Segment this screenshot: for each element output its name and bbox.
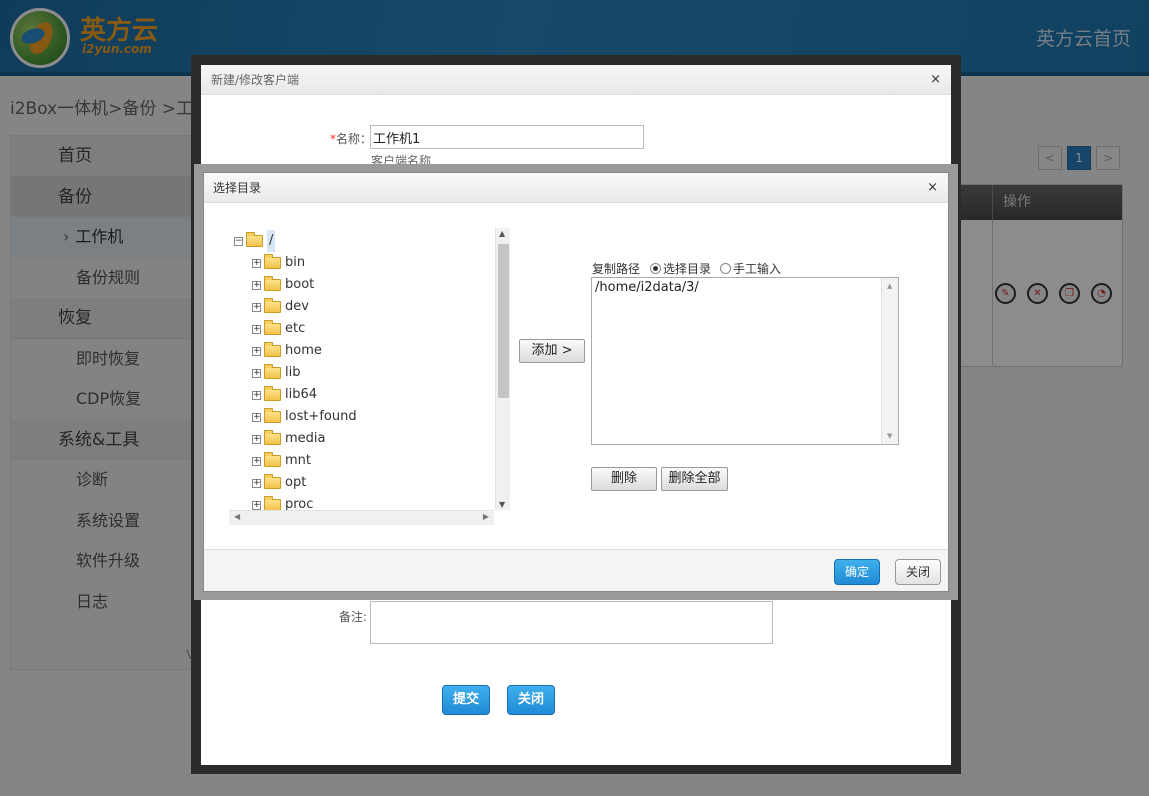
name-input[interactable] — [370, 125, 644, 149]
tree-node-label: media — [285, 431, 326, 446]
tree-node-label: lib — [285, 365, 301, 380]
expand-icon[interactable]: + — [252, 500, 261, 510]
client-close-button[interactable]: 关闭 — [507, 685, 555, 715]
select-dir-radio-label: 选择目录 — [663, 262, 712, 276]
selected-paths-textarea[interactable]: /home/i2data/3/ ▲ ▼ — [591, 277, 899, 445]
tree-node-bin[interactable]: + bin — [252, 252, 305, 274]
tree-node-mnt[interactable]: + mnt — [252, 450, 311, 472]
expand-icon[interactable]: + — [252, 368, 261, 378]
tree-node-label: lib64 — [285, 387, 318, 402]
collapse-icon[interactable]: − — [234, 236, 243, 246]
tree-node-media[interactable]: + media — [252, 428, 326, 450]
folder-icon — [264, 430, 281, 445]
tree-node-label: / — [267, 230, 276, 252]
tree-node-label: lost+found — [285, 409, 357, 424]
dir-dialog-title: 选择目录 — [204, 173, 948, 203]
tree-node-boot[interactable]: + boot — [252, 274, 314, 296]
tree-node-label: etc — [285, 321, 306, 336]
tree-node-lost-found[interactable]: + lost+found — [252, 406, 357, 428]
tree-node-opt[interactable]: + opt — [252, 472, 306, 494]
expand-icon[interactable]: + — [252, 456, 261, 466]
tree-vertical-scrollbar[interactable]: ▲ ▼ — [495, 228, 510, 510]
delete-all-button[interactable]: 删除全部 — [661, 467, 728, 491]
folder-icon — [264, 254, 281, 269]
copy-path-label: 复制路径 — [592, 262, 641, 276]
folder-icon — [264, 452, 281, 467]
client-dialog-close-icon[interactable]: × — [930, 72, 941, 87]
select-dir-radio[interactable] — [650, 263, 662, 274]
copy-path-options: 复制路径 选择目录 手工输入 — [592, 260, 781, 277]
folder-icon — [264, 298, 281, 313]
dir-dialog: 选择目录 × − / + bin + boot + dev + etc + home + l… — [203, 172, 949, 592]
scrollbar-thumb[interactable] — [498, 244, 509, 398]
add-button[interactable]: 添加 > — [519, 339, 585, 363]
ok-button[interactable]: 确定 — [834, 559, 880, 585]
tree-node-label: boot — [285, 277, 315, 292]
expand-icon[interactable]: + — [252, 346, 261, 356]
folder-icon — [264, 474, 281, 489]
tree-node-label: dev — [285, 299, 309, 314]
remark-label: 备注: — [339, 610, 368, 624]
dir-dialog-footer: 确定 关闭 — [204, 549, 948, 591]
tree-node-label: home — [285, 343, 322, 358]
paths-scrollbar[interactable]: ▲ ▼ — [881, 278, 898, 444]
client-dialog-title: 新建/修改客户端 — [201, 65, 951, 95]
tree-node-label: mnt — [285, 453, 311, 468]
selected-path: /home/i2data/3/ — [595, 280, 699, 295]
name-label-text: 名称： — [336, 132, 373, 146]
expand-icon[interactable]: + — [252, 280, 261, 290]
expand-icon[interactable]: + — [252, 258, 261, 268]
scroll-down-icon[interactable]: ▼ — [887, 432, 892, 440]
remark-textarea[interactable] — [370, 601, 773, 644]
tree-node-root[interactable]: − / — [234, 230, 276, 252]
scroll-right-icon[interactable]: ▶ — [483, 512, 489, 521]
folder-icon — [264, 320, 281, 335]
folder-icon — [264, 342, 281, 357]
folder-icon — [264, 386, 281, 401]
scroll-up-icon[interactable]: ▲ — [887, 282, 892, 290]
directory-tree: − / + bin + boot + dev + etc + home + lib + lib… — [229, 228, 494, 525]
folder-icon — [264, 276, 281, 291]
expand-icon[interactable]: + — [252, 434, 261, 444]
submit-button[interactable]: 提交 — [442, 685, 490, 715]
expand-icon[interactable]: + — [252, 412, 261, 422]
expand-icon[interactable]: + — [252, 478, 261, 488]
tree-node-dev[interactable]: + dev — [252, 296, 309, 318]
expand-icon[interactable]: + — [252, 390, 261, 400]
tree-node-etc[interactable]: + etc — [252, 318, 305, 340]
manual-input-radio-label: 手工输入 — [733, 262, 782, 276]
dir-close-button[interactable]: 关闭 — [895, 559, 941, 585]
tree-node-label: bin — [285, 255, 306, 270]
scroll-up-icon[interactable]: ▲ — [499, 229, 505, 238]
tree-node-lib64[interactable]: + lib64 — [252, 384, 317, 406]
tree-node-home[interactable]: + home — [252, 340, 322, 362]
name-label: *名称： — [330, 130, 372, 147]
scroll-left-icon[interactable]: ◀ — [234, 512, 240, 521]
folder-open-icon — [246, 232, 263, 247]
tree-node-lib[interactable]: + lib — [252, 362, 300, 384]
folder-icon — [264, 408, 281, 423]
dir-dialog-close-icon[interactable]: × — [927, 180, 938, 195]
manual-input-radio[interactable] — [720, 263, 732, 274]
folder-icon — [264, 364, 281, 379]
delete-button[interactable]: 删除 — [591, 467, 657, 491]
scroll-down-icon[interactable]: ▼ — [499, 500, 505, 509]
expand-icon[interactable]: + — [252, 324, 261, 334]
expand-icon[interactable]: + — [252, 302, 261, 312]
tree-node-label: opt — [285, 475, 307, 490]
tree-horizontal-scrollbar[interactable]: ◀ ▶ — [229, 510, 494, 525]
